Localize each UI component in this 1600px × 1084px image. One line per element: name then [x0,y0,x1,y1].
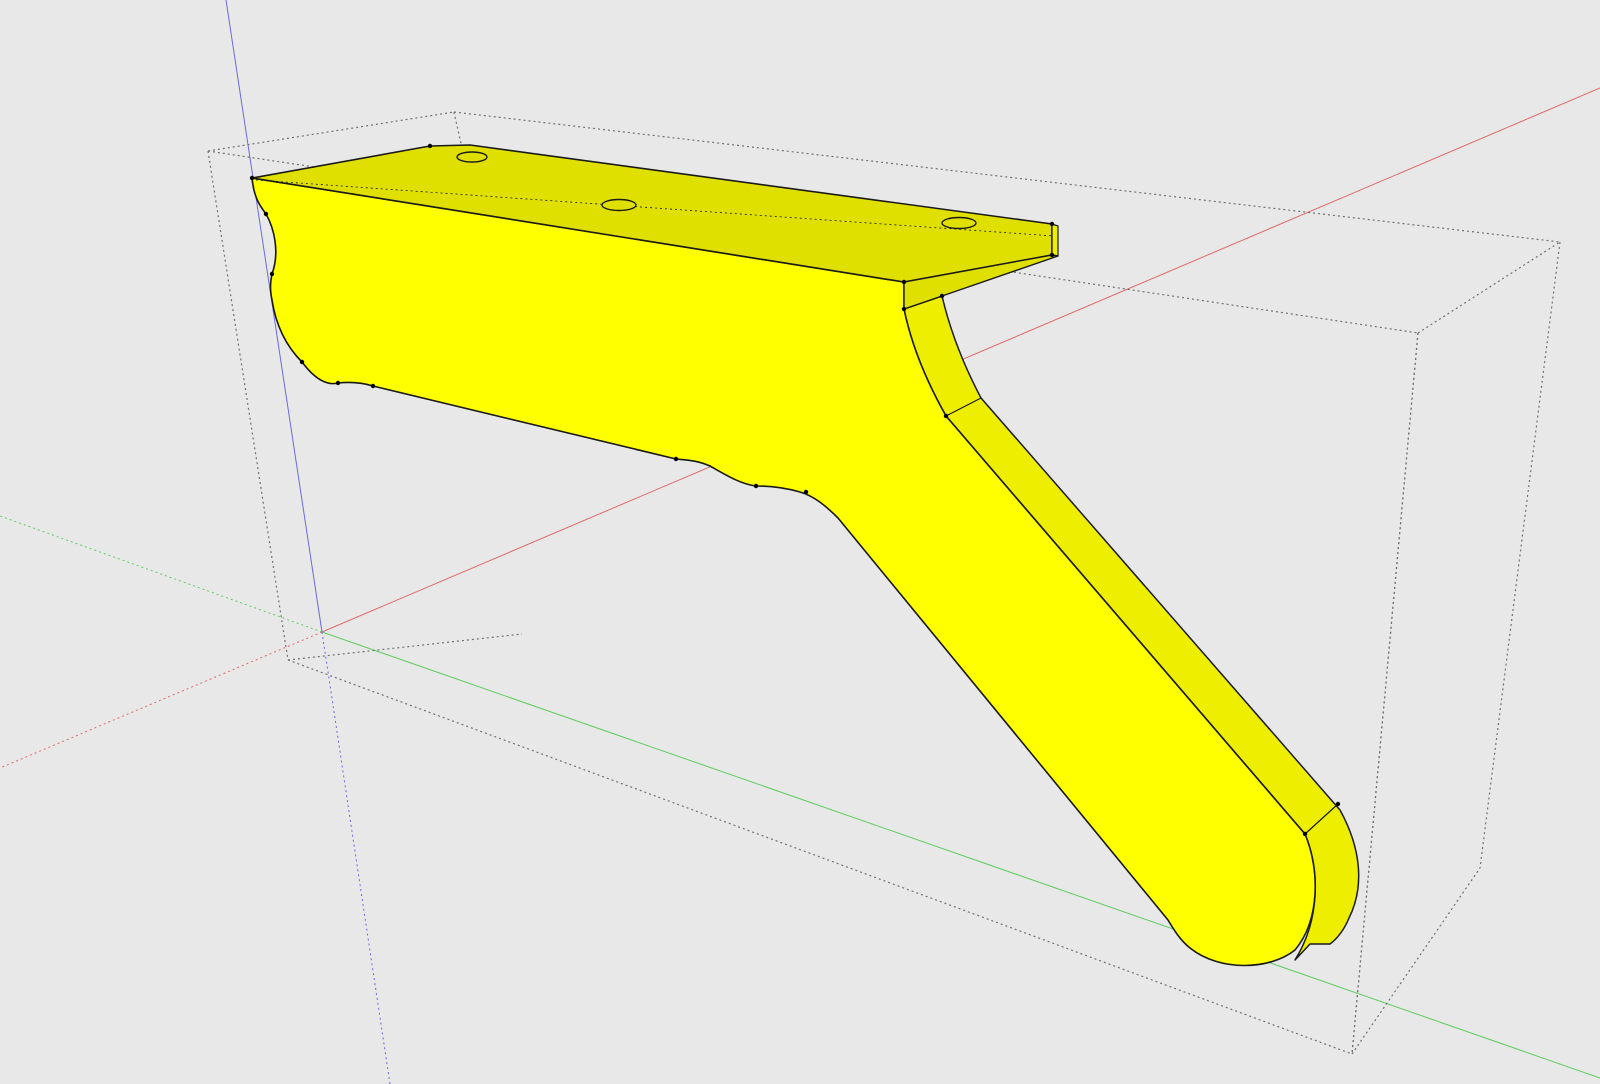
3d-scene[interactable] [0,0,1600,1084]
vertex-11 [370,383,376,389]
mounting-hole-3[interactable] [941,216,977,230]
vertex-16 [269,271,275,277]
vertex-6 [901,306,907,312]
viewport-background [0,0,1600,1084]
mounting-hole-1[interactable] [456,151,488,163]
vertex-17 [263,211,269,217]
vertex-4 [1049,252,1055,258]
vertex-15 [803,489,809,495]
modeling-viewport[interactable] [0,0,1600,1084]
vertex-14 [753,483,759,489]
vertex-9 [1302,831,1308,837]
mounting-hole-2[interactable] [601,198,637,212]
vertex-10 [1335,801,1341,807]
vertex-18 [299,359,305,365]
vertex-13 [673,456,679,462]
top-plate-end-face[interactable] [1051,223,1059,257]
vertex-7 [939,293,945,299]
vertex-3 [1049,221,1055,227]
vertex-5 [901,279,907,285]
vertex-1 [249,175,255,181]
vertex-12 [335,380,341,386]
vertex-2 [427,143,433,149]
vertex-8 [943,413,949,419]
